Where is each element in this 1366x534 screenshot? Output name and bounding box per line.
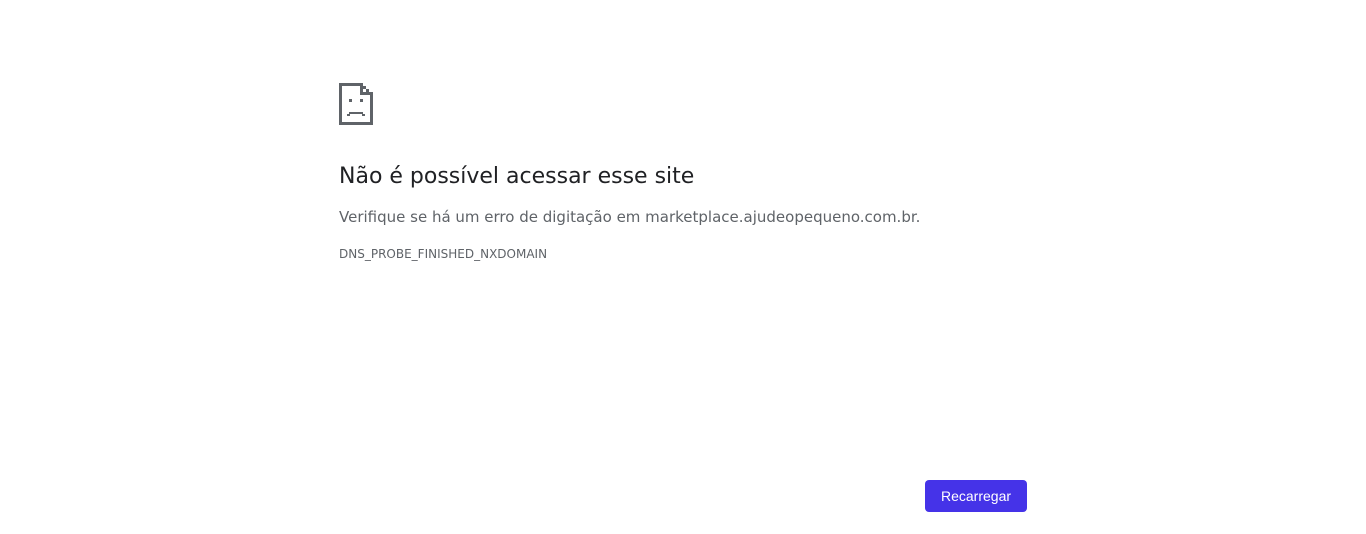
error-description: Verifique se há um erro de digitação em … — [339, 208, 921, 226]
reload-button[interactable]: Recarregar — [925, 480, 1027, 512]
error-code: DNS_PROBE_FINISHED_NXDOMAIN — [339, 247, 548, 261]
sad-page-icon — [339, 83, 373, 125]
error-title: Não é possível acessar esse site — [339, 164, 695, 189]
